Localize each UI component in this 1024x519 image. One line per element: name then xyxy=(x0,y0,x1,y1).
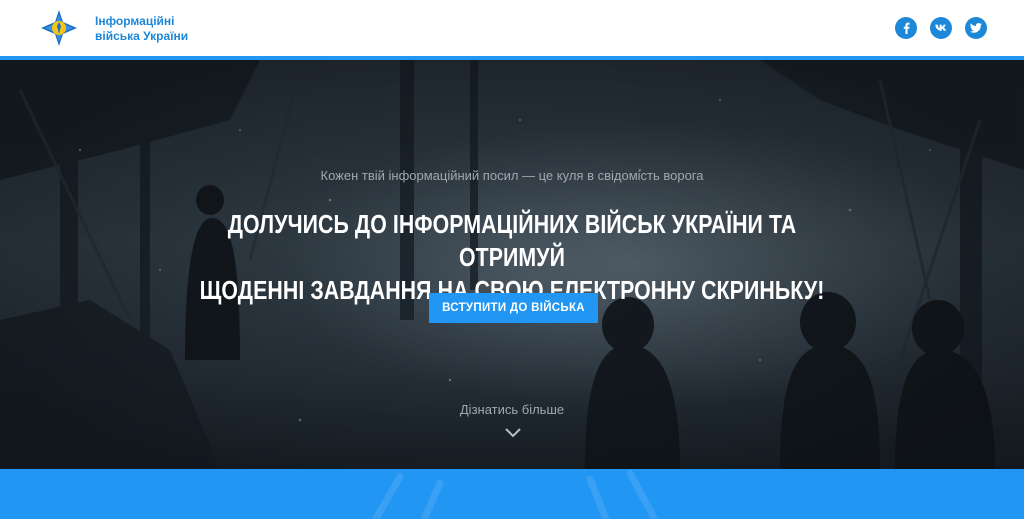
chevron-down-icon[interactable] xyxy=(505,426,521,438)
join-army-button[interactable]: ВСТУПИТИ ДО ВІЙСЬКА xyxy=(429,293,598,323)
facebook-link[interactable] xyxy=(895,17,917,39)
section-band xyxy=(0,469,1024,519)
twitter-icon xyxy=(970,23,982,33)
learn-more-link[interactable]: Дізнатись більше xyxy=(0,402,1024,417)
site-header: Інформаційні війська України xyxy=(0,0,1024,56)
logo-line-2: війська України xyxy=(95,29,189,43)
hero-section: Кожен твій інформаційний посил — це куля… xyxy=(0,60,1024,469)
logo-text[interactable]: Інформаційні війська України xyxy=(95,14,188,44)
vk-link[interactable] xyxy=(930,17,952,39)
facebook-icon xyxy=(903,22,910,34)
vk-icon xyxy=(934,24,946,31)
twitter-link[interactable] xyxy=(965,17,987,39)
social-links xyxy=(895,17,987,39)
band-decoration xyxy=(371,469,659,519)
emblem-logo-icon[interactable] xyxy=(40,9,78,47)
hero-tagline: Кожен твій інформаційний посил — це куля… xyxy=(320,168,704,183)
hero-headline-line-1: ДОЛУЧИСЬ ДО ІНФОРМАЦІЙНИХ ВІЙСЬК УКРАЇНИ… xyxy=(227,209,797,272)
logo-line-1: Інформаційні xyxy=(95,14,175,28)
